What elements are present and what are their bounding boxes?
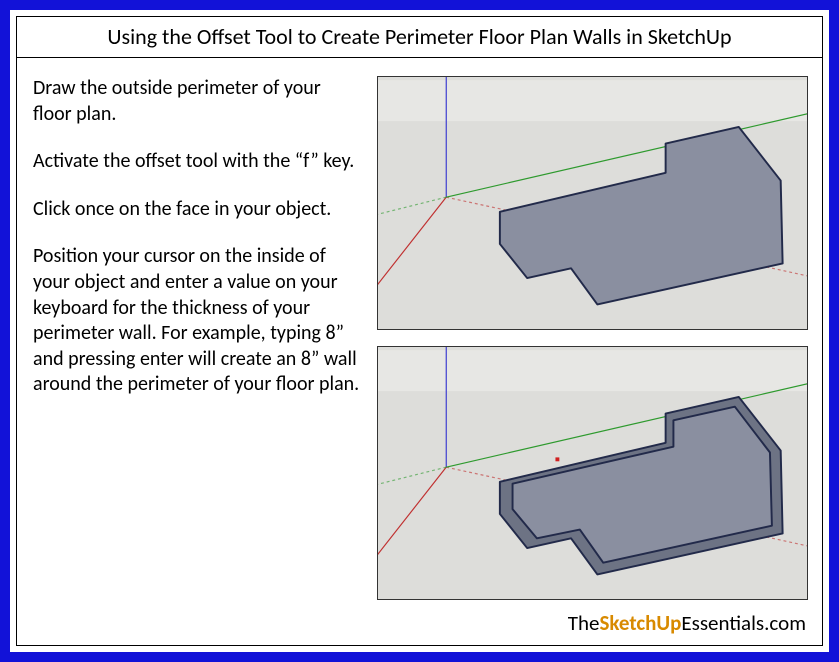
instruction-step-1: Draw the outside perimeter of your floor… xyxy=(33,76,363,127)
illustration-offset xyxy=(377,346,808,600)
illustrations-column: TheSketchUpEssentials.com xyxy=(369,58,822,642)
instruction-step-3: Click once on the face in your object. xyxy=(33,197,363,223)
sky-band xyxy=(378,80,807,121)
footer-suffix: Essentials.com xyxy=(681,610,806,636)
footer-attribution: TheSketchUpEssentials.com xyxy=(568,610,806,636)
instructions-column: Draw the outside perimeter of your floor… xyxy=(17,58,369,642)
cursor-marker xyxy=(555,457,559,461)
page-title: Using the Offset Tool to Create Perimete… xyxy=(17,17,822,58)
footer-prefix: The xyxy=(568,610,600,636)
footer-accent: SketchUp xyxy=(599,610,681,636)
sketchup-viewport-2 xyxy=(378,347,807,599)
content-row: Draw the outside perimeter of your floor… xyxy=(17,58,822,642)
sketchup-viewport-1 xyxy=(378,77,807,329)
outer-border: Using the Offset Tool to Create Perimete… xyxy=(0,0,839,662)
instruction-step-2: Activate the offset tool with the “f” ke… xyxy=(33,149,363,175)
sky-band xyxy=(378,350,807,391)
illustration-perimeter xyxy=(377,76,808,330)
inner-card: Using the Offset Tool to Create Perimete… xyxy=(16,16,823,646)
instruction-step-4: Position your cursor on the inside of yo… xyxy=(33,244,363,398)
